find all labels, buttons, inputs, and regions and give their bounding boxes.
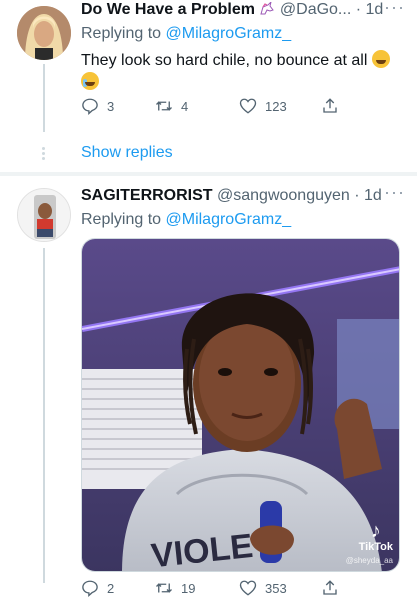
share-icon [323,98,337,113]
share-button[interactable] [321,97,347,115]
tweet-header: Do We Have a Problem @DaGo... · 1d [81,0,383,20]
avatar[interactable] [17,188,71,242]
like-button[interactable]: 353 [239,579,287,597]
share-button[interactable] [321,579,347,597]
unicorn-icon [259,0,275,16]
crying-face-emoji [81,72,99,90]
thread-line [43,64,45,132]
reply-icon [82,98,98,115]
retweet-button[interactable]: 4 [155,97,188,115]
thread-line [43,248,45,583]
replying-prefix: Replying to [81,211,166,228]
video-frame: VIOLET [82,239,399,571]
like-count: 123 [265,98,287,114]
share-icon [323,580,337,595]
action-bar: 2 19 353 [81,579,351,600]
timestamp[interactable]: · 1d [356,1,384,18]
timestamp[interactable]: · 1d [354,187,382,204]
reply-count: 3 [107,98,115,114]
action-bar: 3 4 123 [81,97,351,119]
display-name[interactable]: SAGITERRORIST [81,187,213,204]
show-replies-link[interactable]: Show replies [81,144,173,162]
handle[interactable]: @sangwoonguyen [217,187,350,204]
tiktok-label: TikTok [358,541,393,553]
more-options-icon[interactable]: ··· [384,0,405,18]
reply-button[interactable]: 3 [81,97,114,115]
reply-count: 2 [107,580,115,596]
reply-button[interactable]: 2 [81,579,114,597]
reply-icon [82,580,98,597]
tiktok-watermark: ♪ TikTok [359,521,393,553]
tweet-text-body: They look so hard chile, no bounce at al… [81,52,368,69]
tiktok-handle: @sheyda_aa [345,556,393,565]
tweet-text: They look so hard chile, no bounce at al… [81,50,401,94]
replying-to: Replying to @MilagroGramz_ [81,24,291,44]
replying-prefix: Replying to [81,25,166,42]
tired-face-emoji [371,50,390,68]
retweet-count: 4 [181,98,189,114]
retweet-count: 19 [181,580,196,596]
avatar-image [18,189,70,241]
like-count: 353 [265,580,287,596]
tweet-1[interactable]: Do We Have a Problem @DaGo... · 1d ··· R… [0,0,417,172]
avatar-image [17,6,71,60]
retweet-icon [156,583,172,593]
retweet-icon [156,101,172,111]
like-button[interactable]: 123 [239,97,287,115]
mention-link[interactable]: @MilagroGramz_ [166,211,292,228]
handle[interactable]: @DaGo... [280,1,351,18]
avatar[interactable] [17,6,71,60]
mention-link[interactable]: @MilagroGramz_ [166,25,292,42]
tweet-media-video[interactable]: VIOLET ♪ TikTok @sheyda_aa [81,238,400,572]
replying-to: Replying to @MilagroGramz_ [81,210,291,230]
tweet-header: SAGITERRORIST @sangwoonguyen · 1d [81,186,382,206]
heart-icon [239,580,257,596]
display-name[interactable]: Do We Have a Problem [81,1,255,18]
tweet-2[interactable]: SAGITERRORIST @sangwoonguyen · 1d ··· Re… [0,176,417,600]
retweet-button[interactable]: 19 [155,579,195,597]
more-options-icon[interactable]: ··· [384,182,405,203]
tiktok-logo-icon: ♪ [370,520,381,542]
heart-icon [239,98,257,114]
thread-dots [42,147,46,162]
